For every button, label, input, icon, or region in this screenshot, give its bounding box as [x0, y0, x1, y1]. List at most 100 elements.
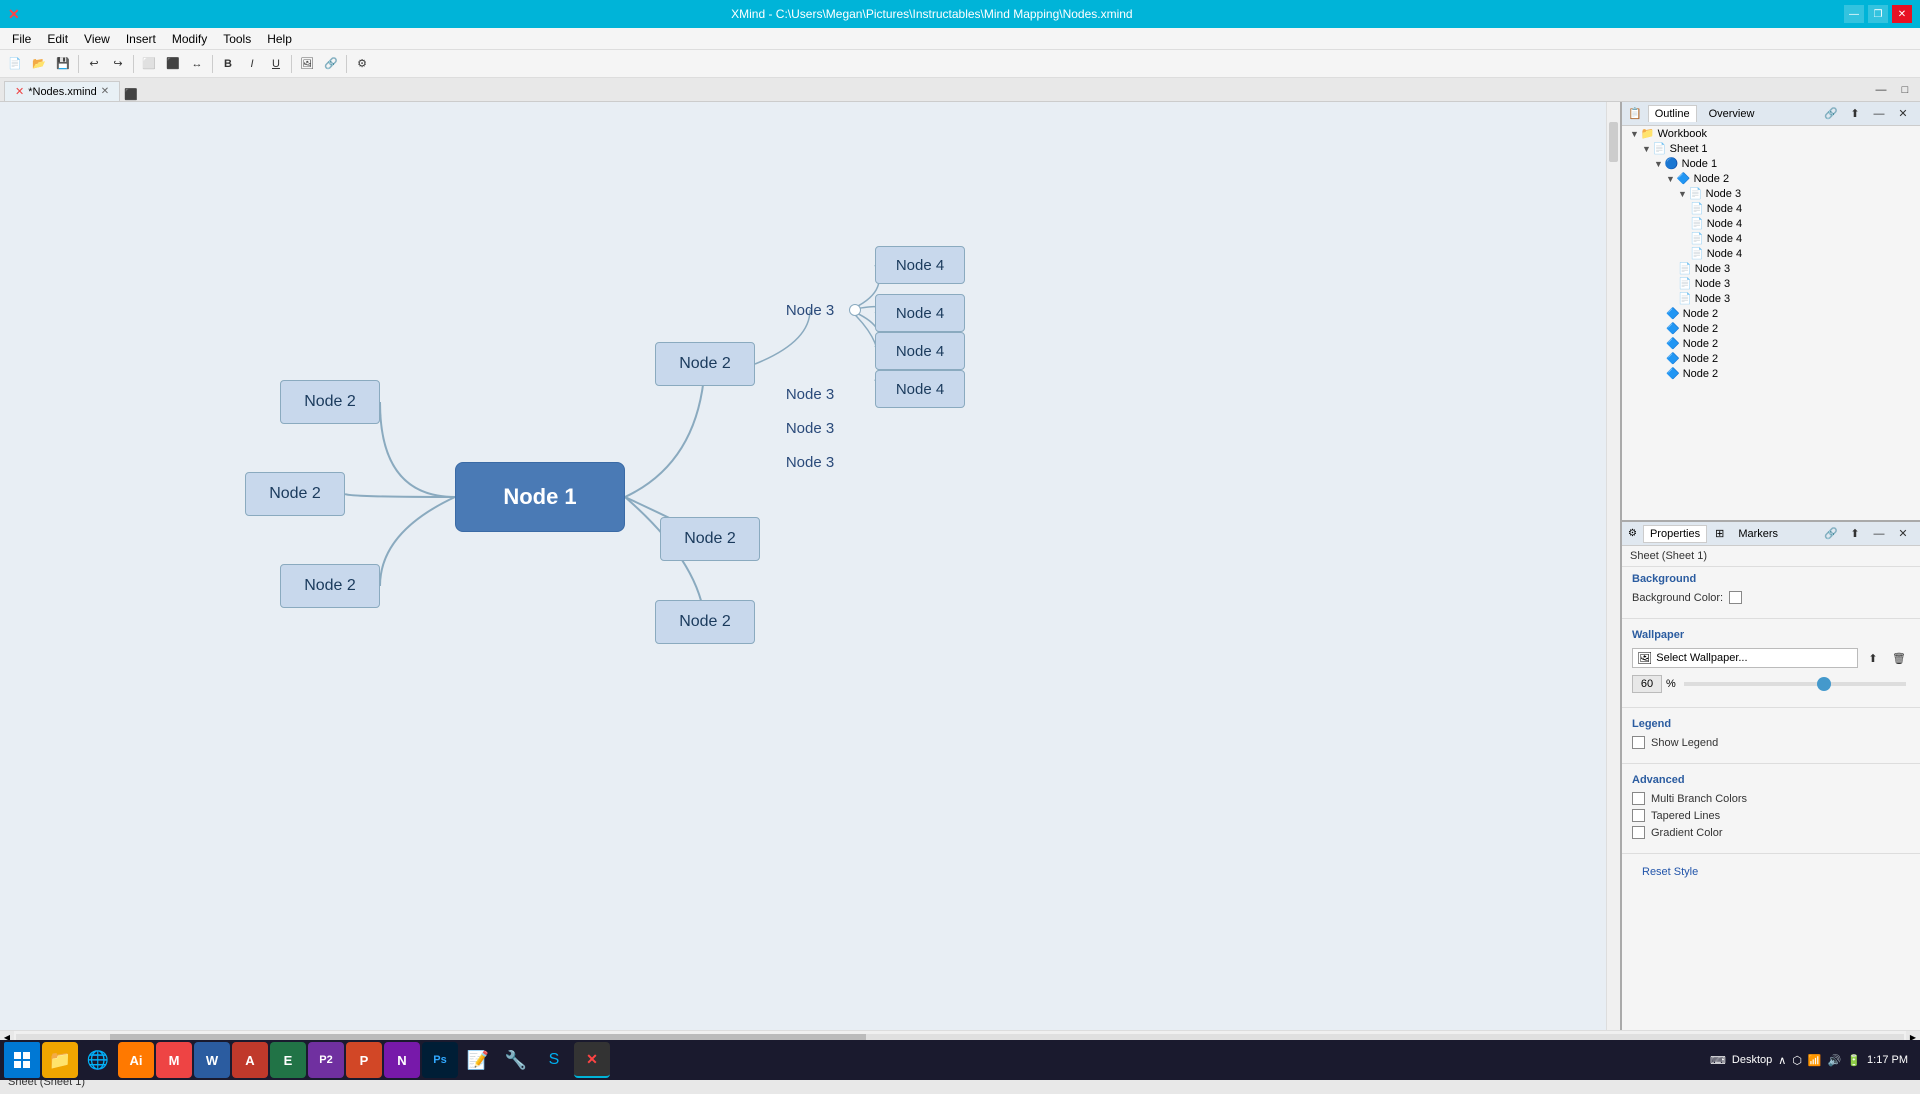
tree-node4-3[interactable]: 📄 Node 4: [1622, 231, 1920, 246]
panel-max-button[interactable]: □: [1894, 79, 1916, 101]
tree-node1[interactable]: ▼ 🔵 Node 1: [1622, 156, 1920, 171]
taskbar-app4[interactable]: 🔧: [498, 1042, 534, 1078]
menu-file[interactable]: File: [4, 30, 39, 48]
wallpaper-delete-btn[interactable]: 🗑: [1888, 647, 1910, 669]
menu-view[interactable]: View: [76, 30, 118, 48]
tab-close-btn[interactable]: ✕: [101, 86, 109, 97]
taskbar-illustrator[interactable]: Ai: [118, 1042, 154, 1078]
node3-3[interactable]: Node 3: [770, 410, 850, 446]
menu-help[interactable]: Help: [259, 30, 300, 48]
panel-min-button[interactable]: —: [1870, 79, 1892, 101]
node4-3[interactable]: Node 4: [875, 332, 965, 370]
italic-button[interactable]: I: [241, 53, 263, 75]
menu-insert[interactable]: Insert: [118, 30, 164, 48]
taskbar-music[interactable]: 📝: [460, 1042, 496, 1078]
maximize-button[interactable]: ❐: [1868, 5, 1888, 23]
tree-node2-4[interactable]: 🔷 Node 2: [1622, 336, 1920, 351]
tree-node3-3[interactable]: 📄 Node 3: [1622, 276, 1920, 291]
file-tab[interactable]: ✕ *Nodes.xmind ✕: [4, 81, 120, 101]
minimize-button[interactable]: —: [1844, 5, 1864, 23]
vscroll-thumb[interactable]: [1609, 122, 1618, 162]
opacity-input[interactable]: 60: [1632, 675, 1662, 693]
tree-node3-2[interactable]: 📄 Node 3: [1622, 261, 1920, 276]
tree-node2-2[interactable]: 🔷 Node 2: [1622, 306, 1920, 321]
taskbar-start[interactable]: [4, 1042, 40, 1078]
topic-button[interactable]: ⬜: [138, 53, 160, 75]
node3-2[interactable]: Node 3: [770, 376, 850, 412]
tree-node2-3[interactable]: 🔷 Node 2: [1622, 321, 1920, 336]
subtopic-button[interactable]: ⬛: [162, 53, 184, 75]
reset-style-link[interactable]: Reset Style: [1632, 862, 1708, 882]
taskbar-xmind[interactable]: ✕: [574, 1042, 610, 1078]
node4-2[interactable]: Node 4: [875, 294, 965, 332]
insert-link-button[interactable]: 🔗: [320, 53, 342, 75]
taskbar-photoshop[interactable]: Ps: [422, 1042, 458, 1078]
gradient-color-checkbox[interactable]: [1632, 826, 1645, 839]
node4-1[interactable]: Node 4: [875, 246, 965, 284]
prop-collapse-btn[interactable]: —: [1868, 523, 1890, 545]
taskbar-app1[interactable]: M: [156, 1042, 192, 1078]
tree-workbook[interactable]: ▼ 📁 Workbook: [1622, 126, 1920, 141]
vertical-scrollbar[interactable]: [1606, 102, 1620, 1030]
opacity-slider[interactable]: [1684, 682, 1906, 686]
tree-node4-1[interactable]: 📄 Node 4: [1622, 201, 1920, 216]
markers-tab[interactable]: Markers: [1732, 526, 1784, 542]
menu-modify[interactable]: Modify: [164, 30, 215, 48]
open-button[interactable]: 📂: [28, 53, 50, 75]
redo-button[interactable]: ↪: [107, 53, 129, 75]
outline-tab[interactable]: Outline: [1648, 105, 1697, 122]
taskbar-word[interactable]: W: [194, 1042, 230, 1078]
wallpaper-dropdown[interactable]: 🖼 Select Wallpaper...: [1632, 648, 1858, 668]
relationship-button[interactable]: ↔: [186, 53, 208, 75]
save-button[interactable]: 💾: [52, 53, 74, 75]
taskbar-onenote[interactable]: N: [384, 1042, 420, 1078]
expand-tab-btn[interactable]: ⬛: [124, 88, 138, 101]
multi-branch-checkbox[interactable]: [1632, 792, 1645, 805]
underline-button[interactable]: U: [265, 53, 287, 75]
overview-tab[interactable]: Overview: [1703, 106, 1761, 122]
canvas[interactable]: Node 1 Node 2 Node 2 Node 2 Node 2 Node …: [0, 102, 1606, 1030]
tapered-lines-checkbox[interactable]: [1632, 809, 1645, 822]
properties-tab[interactable]: Properties: [1643, 525, 1707, 543]
node-right2[interactable]: Node 2: [660, 517, 760, 561]
outline-close-btn[interactable]: ✕: [1892, 103, 1914, 125]
new-button[interactable]: 📄: [4, 53, 26, 75]
tree-sheet1[interactable]: ▼ 📄 Sheet 1: [1622, 141, 1920, 156]
node-left2[interactable]: Node 2: [245, 472, 345, 516]
node3-1[interactable]: Node 3: [770, 292, 850, 328]
taskbar-excel[interactable]: E: [270, 1042, 306, 1078]
prop-btn1[interactable]: 🔗: [1820, 523, 1842, 545]
taskbar-app3[interactable]: P2: [308, 1042, 344, 1078]
outline-btn2[interactable]: ⬆: [1844, 103, 1866, 125]
tree-node2-6[interactable]: 🔷 Node 2: [1622, 366, 1920, 381]
tree-node4-4[interactable]: 📄 Node 4: [1622, 246, 1920, 261]
prop-btn2[interactable]: ⬆: [1844, 523, 1866, 545]
node3-4[interactable]: Node 3: [770, 444, 850, 480]
bold-button[interactable]: B: [217, 53, 239, 75]
prop-close-btn[interactable]: ✕: [1892, 523, 1914, 545]
taskbar-explorer[interactable]: 📁: [42, 1042, 78, 1078]
undo-button[interactable]: ↩: [83, 53, 105, 75]
outline-btn1[interactable]: 🔗: [1820, 103, 1842, 125]
taskbar-chrome[interactable]: 🌐: [80, 1042, 116, 1078]
tree-node4-2[interactable]: 📄 Node 4: [1622, 216, 1920, 231]
show-legend-checkbox[interactable]: [1632, 736, 1645, 749]
taskbar-skype[interactable]: S: [536, 1042, 572, 1078]
collapse-dot[interactable]: [849, 304, 861, 316]
node-center[interactable]: Node 1: [455, 462, 625, 532]
settings-button[interactable]: ⚙: [351, 53, 373, 75]
node-right3[interactable]: Node 2: [655, 600, 755, 644]
tree-node2[interactable]: ▼ 🔷 Node 2: [1622, 171, 1920, 186]
close-button[interactable]: ✕: [1892, 5, 1912, 23]
wallpaper-up-btn[interactable]: ⬆: [1862, 647, 1884, 669]
bg-color-checkbox[interactable]: [1729, 591, 1742, 604]
node-left1[interactable]: Node 2: [280, 380, 380, 424]
tree-node3[interactable]: ▼ 📄 Node 3: [1622, 186, 1920, 201]
menu-tools[interactable]: Tools: [215, 30, 259, 48]
tree-node3-4[interactable]: 📄 Node 3: [1622, 291, 1920, 306]
tree-node2-5[interactable]: 🔷 Node 2: [1622, 351, 1920, 366]
insert-image-button[interactable]: 🖼: [296, 53, 318, 75]
node-left3[interactable]: Node 2: [280, 564, 380, 608]
taskbar-powerpoint[interactable]: P: [346, 1042, 382, 1078]
menu-edit[interactable]: Edit: [39, 30, 76, 48]
